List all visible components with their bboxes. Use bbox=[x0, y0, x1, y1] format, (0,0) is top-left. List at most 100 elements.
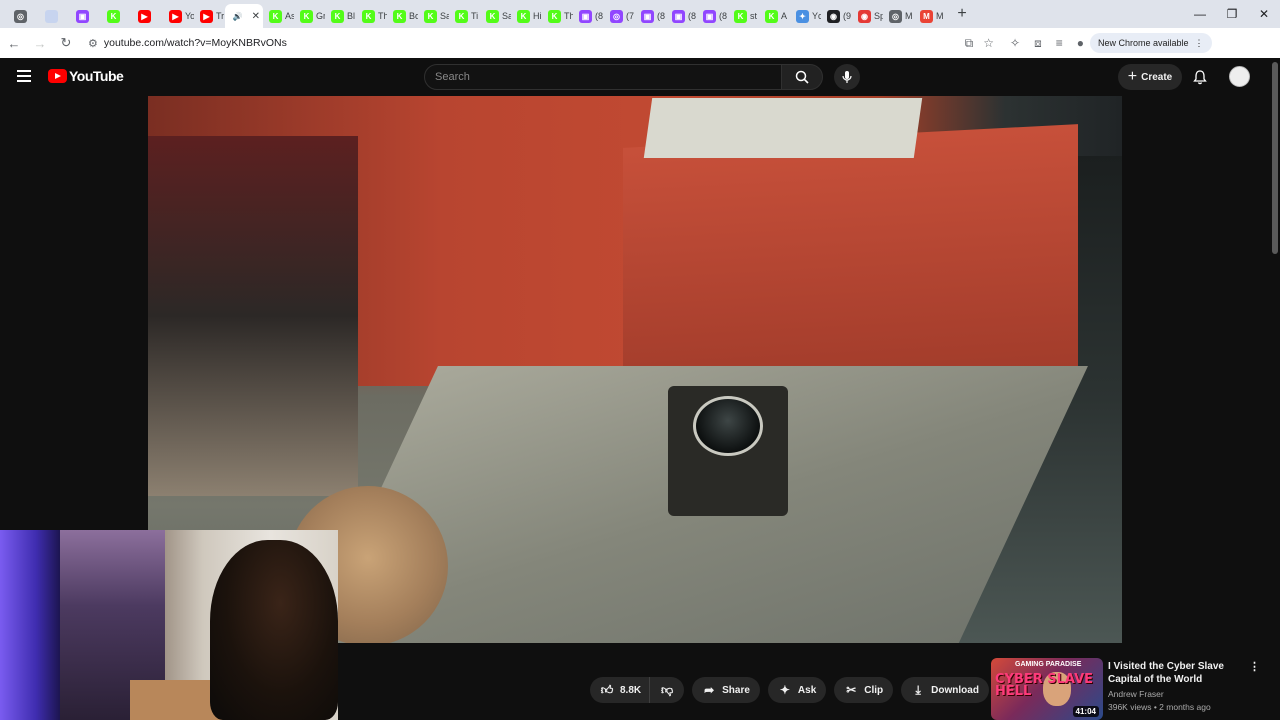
browser-tab[interactable]: K Bo bbox=[387, 4, 418, 28]
like-button[interactable]: 👍︎ 8.8K bbox=[590, 677, 650, 703]
browser-tab[interactable]: ▣ (8 bbox=[666, 4, 697, 28]
browser-tab[interactable]: K Bl bbox=[325, 4, 356, 28]
tab-title: Bl bbox=[347, 11, 356, 21]
browser-tab[interactable]: K Th bbox=[356, 4, 387, 28]
tab-search-icon[interactable]: ⧈ bbox=[1034, 36, 1042, 51]
tab-favicon-icon: K bbox=[331, 9, 344, 23]
minimize-button[interactable]: — bbox=[1184, 0, 1216, 28]
reload-button[interactable]: ↻ bbox=[54, 31, 78, 55]
tab-favicon-icon: 🔊 bbox=[231, 9, 244, 23]
tab-favicon-icon: ▣ bbox=[672, 9, 685, 23]
tab-title: M bbox=[905, 11, 913, 21]
tab-favicon-icon bbox=[45, 9, 58, 23]
voice-search-button[interactable] bbox=[834, 64, 860, 90]
tab-title: Sa bbox=[502, 11, 511, 21]
thumbnail-text-top: GAMING PARADISE bbox=[1015, 661, 1082, 668]
browser-tab[interactable]: ▣ (8 bbox=[635, 4, 666, 28]
tab-title: Yc bbox=[812, 11, 821, 21]
notifications-button[interactable] bbox=[1190, 67, 1210, 87]
tab-favicon-icon: ✦ bbox=[796, 9, 809, 23]
browser-tab[interactable]: ▶ Yo bbox=[163, 4, 194, 28]
browser-tab[interactable]: K Gr bbox=[294, 4, 325, 28]
install-app-icon[interactable]: ⧉ bbox=[965, 36, 974, 51]
browser-tab[interactable]: K Th bbox=[542, 4, 573, 28]
browser-tab[interactable]: K Sa bbox=[480, 4, 511, 28]
tab-favicon-icon: K bbox=[734, 9, 747, 23]
tab-favicon-icon: K bbox=[424, 9, 437, 23]
search-input[interactable]: Search bbox=[424, 64, 782, 90]
browser-tab[interactable]: ◎ bbox=[8, 4, 39, 28]
browser-tab[interactable]: K As bbox=[263, 4, 294, 28]
video-frame-plate bbox=[643, 98, 923, 158]
browser-tab[interactable]: MM bbox=[914, 4, 945, 28]
create-label: Create bbox=[1141, 71, 1173, 83]
page-scrollbar-thumb[interactable] bbox=[1272, 62, 1278, 254]
tab-favicon-icon: K bbox=[269, 9, 282, 23]
media-controls-icon[interactable]: ≡ bbox=[1056, 36, 1063, 50]
recommended-channel[interactable]: Andrew Fraser bbox=[1108, 689, 1164, 699]
extensions-icon[interactable]: ✧ bbox=[1010, 36, 1020, 50]
forward-button[interactable]: → bbox=[28, 31, 52, 55]
recommended-menu-button[interactable]: ⋮ bbox=[1249, 660, 1260, 674]
create-button[interactable]: + Create bbox=[1118, 64, 1182, 90]
bookmark-star-icon[interactable]: ☆ bbox=[983, 36, 994, 50]
tab-title: Th bbox=[564, 11, 573, 21]
youtube-wordmark: YouTube bbox=[69, 68, 124, 84]
tab-favicon-icon: ▶ bbox=[169, 9, 182, 23]
back-button[interactable]: ← bbox=[2, 31, 26, 55]
browser-tab[interactable]: 🔊 ✕ bbox=[225, 4, 263, 28]
browser-tab[interactable]: ◎ M bbox=[883, 4, 914, 28]
recommended-thumbnail[interactable]: GAMING PARADISE CYBER SLAVE HELL 41:04 bbox=[991, 658, 1103, 720]
thumbs-up-icon: 👍︎ bbox=[600, 682, 614, 697]
webcam-monitor-glow bbox=[0, 530, 60, 720]
address-bar[interactable]: ⚙ youtube.com/watch?v=MoyKNBRvONs ⧉ ☆ bbox=[82, 32, 1002, 54]
recommended-title[interactable]: I Visited the Cyber Slave Capital of the… bbox=[1108, 660, 1248, 686]
new-chrome-available-button[interactable]: New Chrome available ⋮ bbox=[1089, 33, 1212, 53]
share-button[interactable]: ➦ Share bbox=[692, 677, 760, 703]
close-tab-icon[interactable]: ✕ bbox=[252, 11, 260, 22]
clip-button[interactable]: ✂ Clip bbox=[834, 677, 894, 703]
browser-tab[interactable]: K Hi bbox=[511, 4, 542, 28]
youtube-masthead: YouTube Search + Create bbox=[0, 58, 1280, 96]
browser-tab[interactable]: ▶ bbox=[132, 4, 163, 28]
recommended-video[interactable]: GAMING PARADISE CYBER SLAVE HELL 41:04 I… bbox=[991, 658, 1271, 720]
browser-tab[interactable]: K bbox=[101, 4, 132, 28]
browser-tab[interactable] bbox=[39, 4, 70, 28]
close-window-button[interactable]: ✕ bbox=[1248, 0, 1280, 28]
restore-button[interactable]: ❐ bbox=[1216, 0, 1248, 28]
browser-tab[interactable]: KA bbox=[759, 4, 790, 28]
dislike-button[interactable]: 👎︎ bbox=[649, 677, 685, 703]
arrow-right-icon: → bbox=[33, 35, 47, 51]
browser-tab-strip: ◎ ▣ K ▶ ▶ Yo ▶ Tr 🔊 ✕ K As K Gr K Bl K Th K Bo K Sa K Ti K Sa K Hi K… bbox=[0, 0, 1280, 28]
browser-tab[interactable]: ▣ (8 bbox=[697, 4, 728, 28]
browser-tab[interactable]: ◉ Sp bbox=[852, 4, 883, 28]
tab-title: (7 bbox=[626, 11, 635, 21]
tab-title: Yo bbox=[185, 11, 194, 21]
site-info-icon[interactable]: ⚙ bbox=[88, 37, 98, 50]
tab-favicon-icon: K bbox=[362, 9, 375, 23]
browser-tab[interactable]: Kst bbox=[728, 4, 759, 28]
browser-tab[interactable]: ▣ bbox=[70, 4, 101, 28]
menu-icon[interactable] bbox=[17, 70, 31, 82]
video-frame-left-panel bbox=[148, 136, 358, 496]
browser-tab[interactable]: ◉ (9 bbox=[821, 4, 852, 28]
browser-tab[interactable]: K Ti bbox=[449, 4, 480, 28]
scissors-icon: ✂ bbox=[846, 683, 857, 697]
browser-tab[interactable]: K Sa bbox=[418, 4, 449, 28]
tab-title: Sa bbox=[440, 11, 449, 21]
webcam-streamer bbox=[210, 540, 338, 720]
youtube-logo[interactable]: YouTube bbox=[48, 68, 124, 84]
ask-button[interactable]: ✦ Ask bbox=[767, 677, 827, 703]
share-icon: ➦ bbox=[704, 683, 715, 697]
download-button[interactable]: ⤓ Download bbox=[901, 677, 989, 703]
browser-tab[interactable]: ▣ (8 bbox=[573, 4, 604, 28]
browser-tab[interactable]: ▶ Tr bbox=[194, 4, 225, 28]
new-tab-button[interactable]: + bbox=[951, 3, 973, 25]
search-button[interactable] bbox=[781, 64, 823, 90]
profile-icon[interactable]: ● bbox=[1077, 36, 1084, 50]
more-vert-icon: ⋮ bbox=[1194, 37, 1204, 48]
browser-tab[interactable]: ◎ (7 bbox=[604, 4, 635, 28]
browser-tab[interactable]: ✦ Yc bbox=[790, 4, 821, 28]
tab-title: Sp bbox=[874, 11, 883, 21]
account-avatar[interactable] bbox=[1229, 66, 1250, 87]
